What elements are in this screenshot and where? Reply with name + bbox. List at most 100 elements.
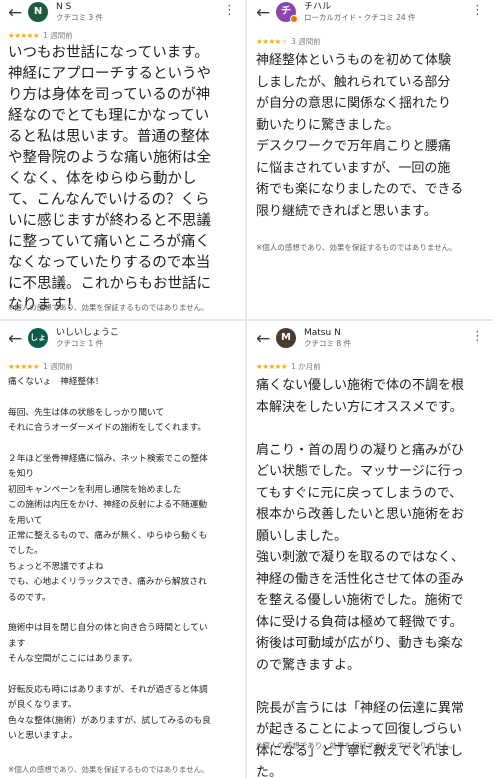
review-text: 痛くない優しい施術で体の不調を根 本解決をしたい方にオススメです。 肩こり・首の… bbox=[256, 375, 486, 778]
review-line: 神経整体というものを初めて体験 bbox=[256, 53, 452, 68]
review-text: 神経整体というものを初めて体験 しましたが、触れられている部分 が自分の意思に関… bbox=[256, 50, 486, 222]
review-line: ので驚きますよ。 bbox=[256, 657, 361, 673]
review-header: ← M Matsu N クチコミ 8 件 ⋮ bbox=[248, 326, 492, 356]
disclaimer-note: ※個人の感想であり、効果を保証するものではありません。 bbox=[8, 303, 209, 312]
review-line: 術でも楽になりましたので、できる bbox=[256, 182, 464, 197]
review-line: に悩まされていますが、一回の施 bbox=[256, 160, 451, 176]
review-line: 肩こり・首の周りの凝りと痛みがひ bbox=[256, 442, 465, 458]
review-line: 神経の働きを活性化させて体の歪み bbox=[256, 571, 465, 587]
review-line: どい状態でした。マッサージに行っ bbox=[256, 464, 464, 479]
reviewer-review-count: クチコミ 3 件 bbox=[56, 13, 104, 22]
review-line: ちょっと不思議ですよね bbox=[8, 561, 104, 572]
avatar[interactable]: しょ bbox=[28, 328, 48, 348]
reviewer-name[interactable]: N S bbox=[56, 2, 71, 13]
review-line: ２年ほど坐骨神経痛に悩み、ネット検索でこの整体 bbox=[8, 454, 208, 464]
review-text: いつもお世話になっています。 神経にアプローチするというや り方は身体を司ってい… bbox=[8, 43, 238, 316]
star-rating: ★★★★★ bbox=[256, 362, 288, 371]
disclaimer-note: ※個人の感想であり、効果を保証するものではありません。 bbox=[8, 765, 209, 774]
review-line: 強い刺激で凝りを取るのではなく、 bbox=[256, 550, 465, 565]
review-line: でも、心地よくリラックスでき、痛みから解放され bbox=[8, 577, 207, 588]
review-time: 1 週間前 bbox=[43, 362, 73, 371]
rating-row: ★★★★★ 3 週間前 bbox=[256, 37, 321, 47]
more-options-icon[interactable]: ⋮ bbox=[471, 330, 484, 344]
rating-row: ★★★★★ 1 週間前 bbox=[8, 362, 73, 372]
row-divider bbox=[0, 319, 492, 321]
column-divider bbox=[245, 0, 247, 778]
review-line: 痛くないょ 神経整体！ bbox=[8, 377, 104, 387]
review-line: 初回キャンペーンを利用し通院を始めました bbox=[8, 484, 182, 495]
review-line: た。 bbox=[256, 765, 283, 778]
review-time: 1 か月前 bbox=[291, 362, 321, 371]
review-line: 院長が言うには「神経の伝達に異常 bbox=[256, 700, 465, 716]
review-time: 1 週間前 bbox=[43, 31, 73, 40]
arrow-left-icon[interactable]: ← bbox=[8, 3, 22, 23]
review-line: そんな空間がここにはあります。 bbox=[8, 654, 138, 665]
review-line: てもすぐに元に戻ってしまうので、 bbox=[256, 485, 463, 501]
review-line: 経なのでとても理にかなってい bbox=[8, 108, 210, 124]
review-line: が自分の意思に関係なく揺れたり bbox=[256, 96, 452, 111]
review-line: り方は身体を司っているのが神 bbox=[8, 87, 211, 103]
review-line: 本解決をしたい方にオススメです。 bbox=[256, 399, 463, 415]
review-card-ishii: ← しょ いしいしょうこ クチコミ 1 件 ★★★★★ 1 週間前 痛くないょ 神… bbox=[0, 322, 244, 778]
review-text: 痛くないょ 神経整体！ 毎回、先生は体の状態をしっかり聞いて それに合うオーダー… bbox=[8, 375, 238, 745]
review-line: 施術中は目を閉じ自分の体と向き合う時間としてい bbox=[8, 623, 208, 634]
review-line: や整骨院のような痛い施術は全 bbox=[8, 150, 211, 166]
arrow-left-icon[interactable]: ← bbox=[256, 329, 270, 349]
review-card-chiharu: ← チ チハル ローカルガイド・クチコミ 24 件 ⋮ ★★★★★ 3 週間前 神… bbox=[248, 0, 492, 318]
review-line: 願いしました。 bbox=[256, 528, 348, 544]
star-rating: ★★★★★ bbox=[8, 362, 40, 371]
review-line: くなく、体をゆらゆら動かし bbox=[8, 171, 197, 187]
review-line: それに合うオーダーメイドの施術をしてくれます。 bbox=[8, 423, 207, 434]
review-line: 正常に整えるもので、痛みが無く、ゆらゆら動くも bbox=[8, 531, 208, 542]
review-card-matsu: ← M Matsu N クチコミ 8 件 ⋮ ★★★★★ 1 か月前 痛くない優し… bbox=[248, 322, 492, 778]
review-line: 限り継続できればと思います。 bbox=[256, 203, 437, 219]
more-options-icon[interactable]: ⋮ bbox=[471, 4, 484, 18]
review-line: が良くなります。 bbox=[8, 700, 77, 711]
disclaimer-note: ※個人の感想であり、効果を保証するものではありません。 bbox=[256, 243, 457, 252]
reviewer-review-count: ローカルガイド・クチコミ 24 件 bbox=[304, 13, 416, 22]
avatar[interactable]: N bbox=[28, 2, 48, 22]
reviewer-review-count: クチコミ 8 件 bbox=[304, 339, 352, 348]
review-line: いに感じますが終わると不思議 bbox=[8, 213, 211, 229]
review-line: 動いたりに驚きました。 bbox=[256, 117, 400, 133]
more-options-icon[interactable]: ⋮ bbox=[223, 4, 236, 18]
review-line: ると私は思います。普通の整体 bbox=[8, 129, 210, 145]
arrow-left-icon[interactable]: ← bbox=[8, 329, 22, 349]
arrow-left-icon[interactable]: ← bbox=[256, 3, 270, 23]
review-line: しましたが、触れられている部分 bbox=[256, 74, 451, 90]
reviewer-review-count: クチコミ 1 件 bbox=[56, 339, 104, 348]
review-line: 神経にアプローチするというや bbox=[8, 66, 211, 82]
review-card-ns: ← N N S クチコミ 3 件 ⋮ ★★★★★ 1 週間前 いつもお世話になって… bbox=[0, 0, 244, 318]
reviewer-name[interactable]: Matsu N bbox=[304, 328, 341, 339]
review-line: いと思いますよ。 bbox=[8, 731, 78, 742]
rating-row: ★★★★★ 1 週間前 bbox=[8, 31, 73, 41]
review-line: 体に受ける負荷は極めて軽微です。 bbox=[256, 614, 463, 630]
review-line: デスクワークで万年肩こりと腰痛 bbox=[256, 139, 452, 154]
disclaimer-note: ※個人の感想であり、効果を保証するものではありません。 bbox=[256, 741, 457, 750]
review-line: 術後は可動域が広がり、動きも楽な bbox=[256, 636, 464, 651]
review-line: ます bbox=[8, 638, 26, 649]
review-line: 痛くない優しい施術で体の不調を根 bbox=[256, 378, 465, 393]
review-line: を整える優しい施術でした。施術で bbox=[256, 593, 464, 608]
avatar[interactable]: M bbox=[276, 328, 296, 348]
review-header: ← しょ いしいしょうこ クチコミ 1 件 bbox=[0, 326, 244, 356]
review-line: を知り bbox=[8, 469, 35, 480]
reviewer-name[interactable]: いしいしょうこ bbox=[56, 328, 119, 339]
review-line: に不思議。これからもお世話に bbox=[8, 276, 211, 292]
star-rating: ★★★★★ bbox=[256, 37, 288, 46]
review-line: 好転反応も時にはありますが、それが過ぎると体調 bbox=[8, 685, 208, 696]
review-line: に整っていて痛いところが痛く bbox=[8, 234, 210, 250]
review-line: でした。 bbox=[8, 546, 43, 557]
review-line: 色々な整体(施術）がありますが、試してみるのも良 bbox=[8, 715, 211, 726]
star-rating: ★★★★★ bbox=[8, 31, 40, 40]
reviewer-name[interactable]: チハル bbox=[304, 2, 331, 13]
review-line: いつもお世話になっています。 bbox=[8, 45, 209, 61]
review-time: 3 週間前 bbox=[291, 37, 321, 46]
review-line: 毎回、先生は体の状態をしっかり聞いて bbox=[8, 407, 165, 418]
